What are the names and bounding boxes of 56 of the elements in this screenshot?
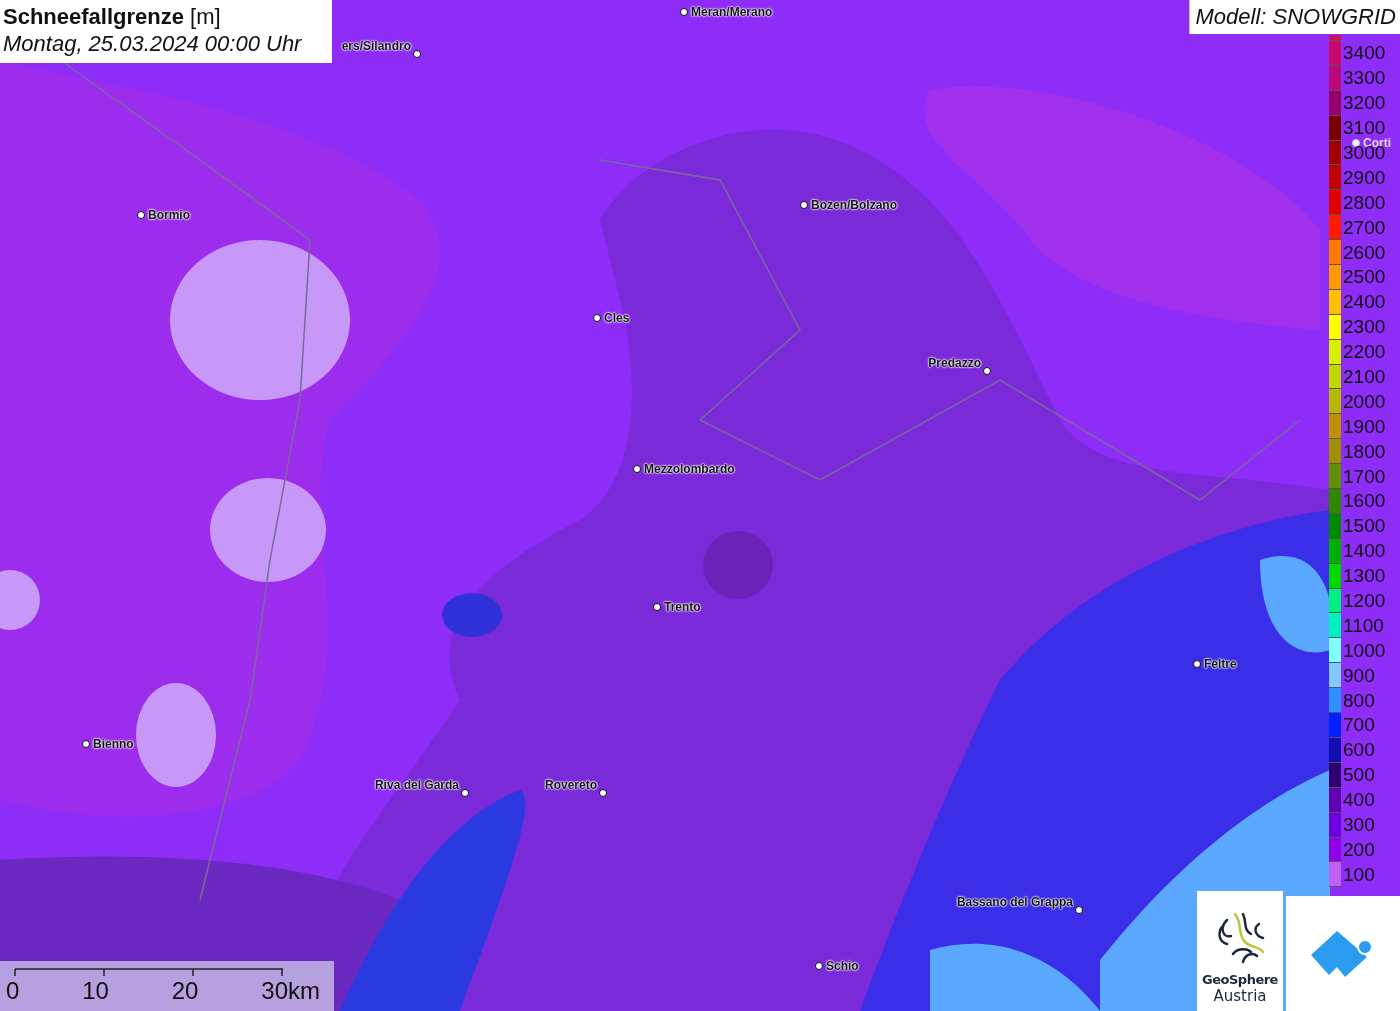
city-label: Predazzo xyxy=(928,356,981,370)
legend-value: 1600 xyxy=(1343,491,1386,512)
legend-value: 3100 xyxy=(1343,118,1386,139)
legend-value: 1900 xyxy=(1343,416,1386,437)
legend-value: 1800 xyxy=(1343,441,1386,462)
legend-value: 2300 xyxy=(1343,317,1386,338)
legend-value: 1100 xyxy=(1343,615,1384,636)
legend-value: 1400 xyxy=(1343,541,1386,562)
map-title: Schneefallgrenze [m] xyxy=(3,4,222,30)
legend-value: 2700 xyxy=(1343,217,1386,238)
forecast-datetime: Montag, 25.03.2024 00:00 Uhr xyxy=(3,30,303,58)
legend-value: 1300 xyxy=(1343,566,1386,587)
city-label: Mezzolombardo xyxy=(644,462,735,476)
legend-value: 100 xyxy=(1343,864,1375,885)
legend-value: 2200 xyxy=(1343,342,1386,363)
legend-value: 900 xyxy=(1343,665,1375,686)
legend-value: 300 xyxy=(1343,815,1375,836)
city-label: Cles xyxy=(604,311,630,325)
city-label: Trento xyxy=(664,600,701,614)
legend-value: 1500 xyxy=(1343,516,1386,537)
city-label: Feltre xyxy=(1204,657,1237,671)
legend-value: 2900 xyxy=(1343,167,1386,188)
model-label: Modell: SNOWGRID xyxy=(1188,0,1400,34)
scale-label: 0 xyxy=(6,977,20,1005)
legend-value: 700 xyxy=(1343,715,1375,736)
legend-value: 600 xyxy=(1343,740,1375,761)
legend-value: 400 xyxy=(1343,790,1375,811)
legend-value: 2000 xyxy=(1343,391,1386,412)
city-label: Rovereto xyxy=(545,778,597,792)
city-label: Bormio xyxy=(148,208,190,222)
legend-value: 2400 xyxy=(1343,292,1386,313)
city-label: Riva del Garda xyxy=(374,778,459,792)
city-label: Bienno xyxy=(93,737,134,751)
legend-value: 800 xyxy=(1343,690,1375,711)
city-label: Schio xyxy=(826,959,859,973)
logo-text: GeoSphere xyxy=(1202,972,1278,987)
scale-label: 20 xyxy=(171,977,199,1005)
legend-value: 3400 xyxy=(1343,43,1386,64)
legend-value: 2600 xyxy=(1343,242,1386,263)
legend-value: 1700 xyxy=(1343,466,1386,487)
legend-value: 3200 xyxy=(1343,93,1386,114)
legend-value: 1000 xyxy=(1343,640,1386,661)
logo-text: Austria xyxy=(1213,987,1267,1005)
city-label: Meran/Merano xyxy=(691,5,773,19)
legend-value: 2800 xyxy=(1343,192,1386,213)
legend-value: 2500 xyxy=(1343,267,1386,288)
legend-value: 2100 xyxy=(1343,367,1386,387)
city-label: ers/Silandro xyxy=(341,39,411,53)
scale-label: 30km xyxy=(261,977,320,1005)
legend-value: 1200 xyxy=(1343,591,1386,612)
city-label: Bozen/Bolzano xyxy=(811,198,897,212)
city-label: Bassano del Grappa xyxy=(956,895,1073,909)
legend-value: 3300 xyxy=(1343,68,1386,89)
legend-value: 200 xyxy=(1343,839,1375,860)
legend-value: 500 xyxy=(1343,765,1375,786)
scale-label: 10 xyxy=(82,977,109,1005)
